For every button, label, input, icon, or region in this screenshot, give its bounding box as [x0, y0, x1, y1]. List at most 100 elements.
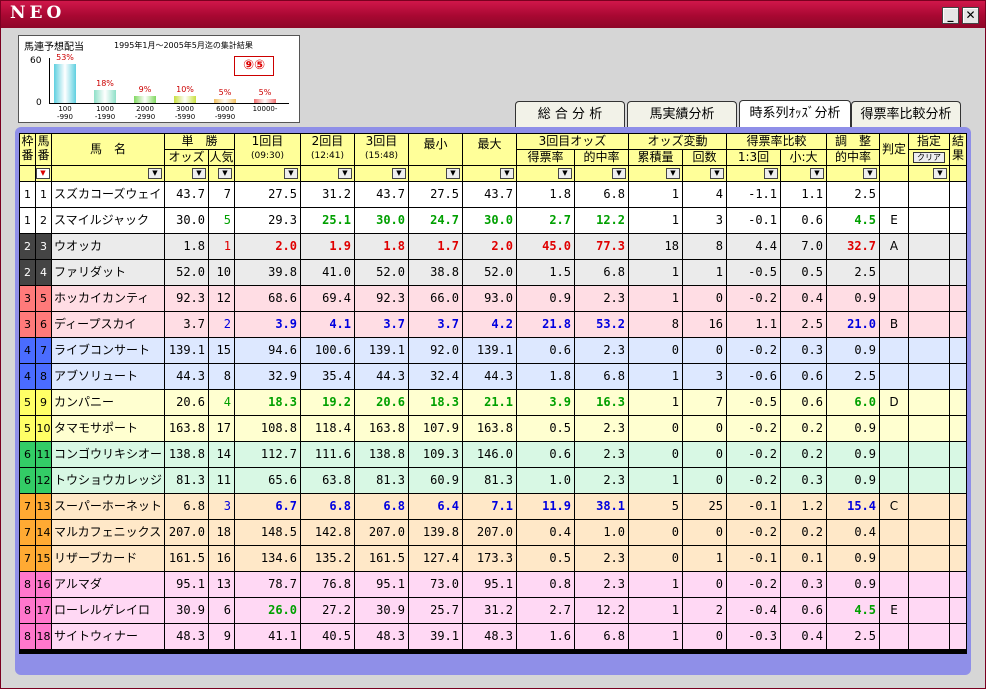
designate-cell[interactable]: [909, 260, 949, 285]
header-hit-rate: 的中率: [575, 150, 628, 165]
app-window: NEO _ ✕ 馬連予想配当 1995年1月〜2005年5月迄の集計結果 ⑨⑤ …: [0, 0, 986, 689]
designate-cell[interactable]: [909, 390, 949, 415]
filter-dropdown-9[interactable]: ▼: [500, 168, 514, 179]
designate-cell[interactable]: [909, 286, 949, 311]
table-row[interactable]: 3 6 ディープスカイ 3.7 2 3.9 4.1 3.7 3.7 4.2 21.8 53.2 8 16 1…: [19, 312, 967, 337]
clear-button[interactable]: クリア: [913, 152, 945, 163]
judge-cell: D: [880, 390, 908, 415]
minimize-button[interactable]: _: [942, 7, 959, 24]
designate-cell[interactable]: [909, 468, 949, 493]
designate-cell[interactable]: [909, 234, 949, 259]
filter-dropdown-15[interactable]: ▼: [810, 168, 824, 179]
cell: 3.7: [409, 312, 462, 337]
table-row[interactable]: 6 11 コンゴウリキシオー 138.8 14 112.7 111.6 138.8 109.3 1…: [19, 442, 967, 467]
filter-dropdown-3[interactable]: ▼: [192, 168, 206, 179]
close-button[interactable]: ✕: [962, 7, 979, 24]
table-row[interactable]: 5 10 タマモサポート 163.8 17 108.8 118.4 163.8 107.9 163…: [19, 416, 967, 441]
cell: 0.9: [517, 286, 574, 311]
cell: 16: [209, 546, 234, 571]
cell: 0.6: [781, 598, 826, 623]
filter-dropdown-6[interactable]: ▼: [338, 168, 352, 179]
table-row[interactable]: 8 17 ローレルゲレイロ 30.9 6 26.0 27.2 30.9 25.7 31.2 2.7 1…: [19, 598, 967, 623]
uma-cell: 4: [36, 260, 51, 285]
cell: -0.1: [727, 494, 780, 519]
filter-dropdown-18[interactable]: ▼: [933, 168, 947, 179]
cell: 38.1: [575, 494, 628, 519]
designate-cell[interactable]: [909, 416, 949, 441]
cell: 2.5: [781, 312, 826, 337]
cell: 0.6: [517, 338, 574, 363]
tab-results[interactable]: 馬実績分析: [627, 101, 737, 128]
analysis-tabs: 総 合 分 析馬実績分析 時系列ｵｯｽﾞ分析 得票率比較分析: [515, 100, 965, 128]
cell: 1: [629, 624, 682, 649]
header-uma: 馬番: [36, 134, 51, 165]
designate-cell[interactable]: [909, 182, 949, 207]
table-row[interactable]: 8 18 サイトウィナー 48.3 9 41.1 40.5 48.3 39.1 48.3 1.6 6.…: [19, 624, 967, 649]
designate-cell[interactable]: [909, 598, 949, 623]
designate-cell[interactable]: [909, 208, 949, 233]
designate-cell[interactable]: [909, 338, 949, 363]
judge-cell: [880, 286, 908, 311]
filter-dropdown-12[interactable]: ▼: [666, 168, 680, 179]
table-row[interactable]: 1 1 スズカコーズウェイ 43.7 7 27.5 31.2 43.7 27.5 43.7 1.8 6…: [19, 182, 967, 207]
cell: 134.6: [235, 546, 300, 571]
y-axis-max-label: 60: [30, 56, 42, 66]
filter-dropdown-7[interactable]: ▼: [392, 168, 406, 179]
table-row[interactable]: 4 7 ライブコンサート 139.1 15 94.6 100.6 139.1 92.0 139.1…: [19, 338, 967, 363]
designate-cell[interactable]: [909, 546, 949, 571]
designate-cell[interactable]: [909, 624, 949, 649]
designate-cell[interactable]: [909, 364, 949, 389]
table-row[interactable]: 4 8 アブソリュート 44.3 8 32.9 35.4 44.3 32.4 44.3 1.8 6.8…: [19, 364, 967, 389]
table-row[interactable]: 2 3 ウオッカ 1.8 1 2.0 1.9 1.8 1.7 2.0 45.0 77.3 18 8 4.4 7…: [19, 234, 967, 259]
cell: 63.8: [301, 468, 354, 493]
title-bar[interactable]: NEO _ ✕: [1, 1, 985, 28]
table-row[interactable]: 8 16 アルマダ 95.1 13 78.7 76.8 95.1 73.0 95.1 0.8 2.3 1…: [19, 572, 967, 597]
result-cell: [950, 390, 966, 415]
header-result: 結果: [950, 134, 966, 165]
payout-bar-percent: 10%: [176, 85, 194, 94]
cell: 0.5: [517, 546, 574, 571]
filter-dropdown-16[interactable]: ▼: [863, 168, 877, 179]
tab-vote-compare[interactable]: 得票率比較分析: [851, 101, 961, 128]
judge-cell: [880, 468, 908, 493]
table-row[interactable]: 7 15 リザーブカード 161.5 16 134.6 135.2 161.5 127.4 173…: [19, 546, 967, 571]
filter-dropdown-2[interactable]: ▼: [148, 168, 162, 179]
judge-cell: A: [880, 234, 908, 259]
designate-cell[interactable]: [909, 494, 949, 519]
cell: 3.9: [235, 312, 300, 337]
filter-dropdown-13[interactable]: ▼: [710, 168, 724, 179]
uma-cell: 16: [36, 572, 51, 597]
cell: 20.6: [165, 390, 208, 415]
table-row[interactable]: 3 5 ホッカイカンティ 92.3 12 68.6 69.4 92.3 66.0 93.0 0.9 2…: [19, 286, 967, 311]
designate-cell[interactable]: [909, 312, 949, 337]
payout-bar: [134, 96, 156, 103]
cell: 118.4: [301, 416, 354, 441]
uma-cell: 10: [36, 416, 51, 441]
tab-overview[interactable]: 総 合 分 析: [515, 101, 625, 128]
cell: 4: [209, 390, 234, 415]
waku-cell: 1: [20, 182, 35, 207]
filter-dropdown-10[interactable]: ▼: [558, 168, 572, 179]
filter-dropdown-14[interactable]: ▼: [764, 168, 778, 179]
cell: 18.3: [235, 390, 300, 415]
cell: 18: [629, 234, 682, 259]
table-row[interactable]: 2 4 ファリダット 52.0 10 39.8 41.0 52.0 38.8 52.0 1.5 6.8…: [19, 260, 967, 285]
filter-dropdown-11[interactable]: ▼: [612, 168, 626, 179]
filter-dropdown-8[interactable]: ▼: [446, 168, 460, 179]
table-row[interactable]: 5 9 カンパニー 20.6 4 18.3 19.2 20.6 18.3 21.1 3.9 16.3 1…: [19, 390, 967, 415]
designate-cell[interactable]: [909, 520, 949, 545]
judge-cell: E: [880, 598, 908, 623]
table-row[interactable]: 6 12 トウショウカレッジ 81.3 11 65.6 63.8 81.3 60.9 81.3 1.…: [19, 468, 967, 493]
cell: 3.9: [517, 390, 574, 415]
filter-dropdown-5[interactable]: ▼: [284, 168, 298, 179]
table-row[interactable]: 7 14 マルカフェニックス 207.0 18 148.5 142.8 207.0 139.8 2…: [19, 520, 967, 545]
tab-odds-timeline[interactable]: 時系列ｵｯｽﾞ分析: [739, 100, 851, 128]
cell: 48.3: [355, 624, 408, 649]
designate-cell[interactable]: [909, 442, 949, 467]
filter-dropdown-4[interactable]: ▼: [218, 168, 232, 179]
cell: 31.2: [301, 182, 354, 207]
designate-cell[interactable]: [909, 572, 949, 597]
table-row[interactable]: 1 2 スマイルジャック 30.0 5 29.3 25.1 30.0 24.7 30.0 2.7 12…: [19, 208, 967, 233]
table-row[interactable]: 7 13 スーパーホーネット 6.8 3 6.7 6.8 6.8 6.4 7.1 11.9 38.1 5…: [19, 494, 967, 519]
filter-dropdown-1[interactable]: ▼: [36, 168, 50, 179]
